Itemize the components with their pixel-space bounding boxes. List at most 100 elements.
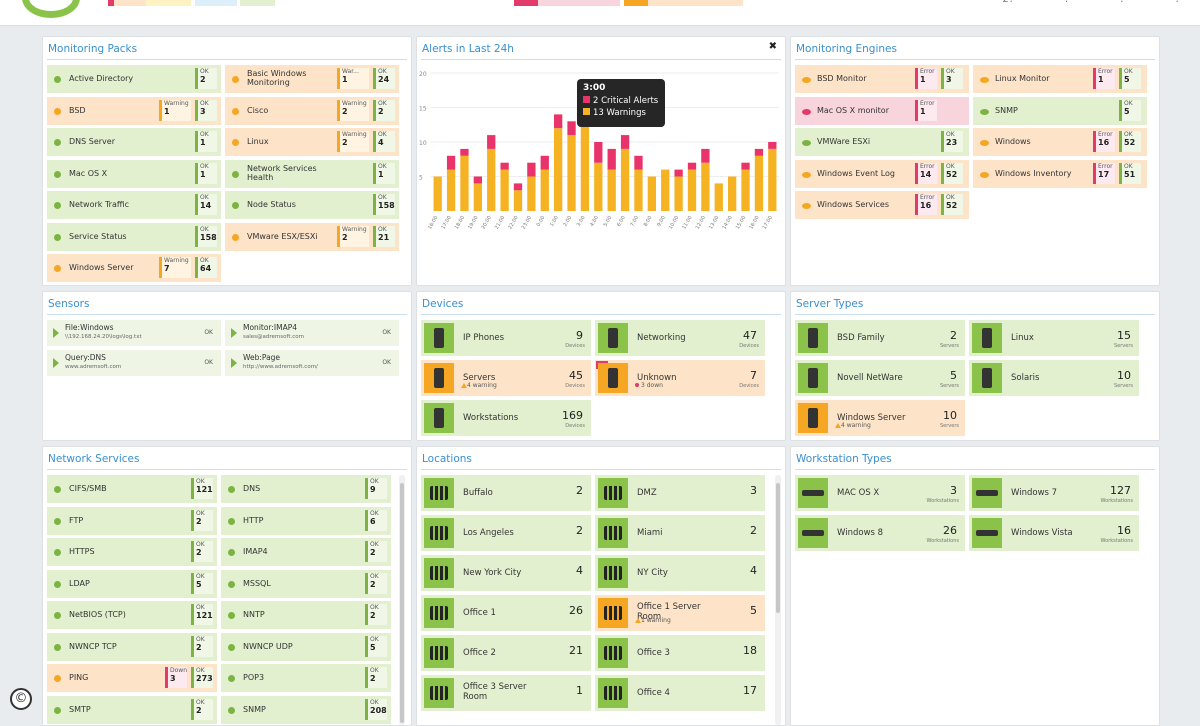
- location-glyph: [604, 486, 622, 500]
- workstation-type-tile[interactable]: Windows 7 127 Workstations: [969, 475, 1139, 511]
- pack-tile[interactable]: VMware ESX/ESXi Warning 2 OK 21: [225, 222, 399, 251]
- pack-tile[interactable]: DNS Server OK 1: [47, 128, 221, 156]
- warning-label: Warning: [164, 257, 189, 264]
- sensor-tile[interactable]: Monitor:IMAP4 sales@adremsoft.com OK: [225, 320, 399, 346]
- engine-tile[interactable]: SNMP OK 5: [973, 96, 1147, 125]
- close-icon[interactable]: ✖: [769, 41, 777, 52]
- location-tile[interactable]: New York City 4: [421, 555, 591, 591]
- service-tile[interactable]: CIFS/SMB OK 121: [47, 475, 217, 503]
- ok-label: OK: [200, 162, 209, 170]
- service-tile[interactable]: NetBIOS (TCP) OK 121: [47, 601, 217, 629]
- service-name: FTP: [69, 515, 84, 525]
- pack-tile[interactable]: Mac OS X OK 1: [47, 159, 221, 188]
- service-tile[interactable]: SNMP OK 208: [221, 695, 391, 724]
- server-glyph: [982, 328, 992, 348]
- service-tile[interactable]: FTP OK 2: [47, 506, 217, 535]
- service-tile[interactable]: POP3 OK 2: [221, 664, 391, 692]
- location-tile[interactable]: Miami 2: [595, 515, 765, 551]
- status-icon: [232, 139, 239, 146]
- pack-tile[interactable]: Network Traffic OK 14: [47, 191, 221, 219]
- workstation-type-tile[interactable]: MAC OS X 3 Workstations: [795, 475, 965, 511]
- sensor-tile[interactable]: File:Windows \\192.168.24.20\logs\log.txt…: [47, 320, 221, 346]
- engine-tile[interactable]: Linux Monitor Error 1 OK 5: [973, 65, 1147, 93]
- y-tick-label: 20: [419, 71, 427, 78]
- service-tile[interactable]: IMAP4 OK 2: [221, 538, 391, 566]
- engine-tile[interactable]: VMWare ESXi OK 23: [795, 128, 969, 156]
- pack-tile[interactable]: Windows Server Warning 7 OK 64: [47, 254, 221, 282]
- engine-name: Windows: [995, 137, 1031, 146]
- pack-tile[interactable]: Node Status OK 158: [225, 191, 399, 219]
- bar-critical-alerts: [500, 162, 509, 170]
- device-tile[interactable]: Workstations 169 Devices: [421, 400, 591, 436]
- error-label: Error: [1098, 131, 1113, 138]
- pack-tile[interactable]: Service Status OK 158: [47, 222, 221, 251]
- eye-icon: [802, 108, 811, 115]
- location-tile[interactable]: Office 4 17: [595, 675, 765, 711]
- workstation-type-tile[interactable]: Windows Vista 16 Workstations: [969, 515, 1139, 551]
- location-tile[interactable]: Buffalo 2: [421, 475, 591, 511]
- engine-tile[interactable]: BSD Monitor Error 1 OK 3: [795, 65, 969, 93]
- service-tile[interactable]: NWNCP TCP OK 2: [47, 632, 217, 661]
- pack-name: Network Services Health: [247, 163, 317, 182]
- engine-tile[interactable]: Mac OS X monitor Error 1: [795, 96, 969, 125]
- scrollbar[interactable]: [399, 475, 405, 725]
- x-tick-label: 19:00: [467, 215, 479, 230]
- device-tile[interactable]: Networking 47 Devices: [595, 320, 765, 356]
- service-tile[interactable]: HTTPS OK 2: [47, 538, 217, 566]
- x-tick-label: 4:00: [589, 215, 600, 228]
- device-tile[interactable]: Servers 45 Devices 4 warning: [421, 360, 591, 396]
- service-tile[interactable]: PING Down 3 OK 273: [47, 664, 217, 692]
- workstation-icon: [798, 478, 828, 508]
- service-tile[interactable]: LDAP OK 5: [47, 569, 217, 598]
- service-tile[interactable]: HTTP OK 6: [221, 506, 391, 535]
- sensor-tile[interactable]: Query:DNS www.adremsoft.com OK: [47, 350, 221, 376]
- location-tile[interactable]: Office 3 Server Room 1: [421, 675, 591, 711]
- pack-tile[interactable]: Network Services Health OK 1: [225, 159, 399, 188]
- service-tile[interactable]: SMTP OK 2: [47, 695, 217, 724]
- server-type-tile[interactable]: Windows Server 10 Servers 4 warning: [795, 400, 965, 436]
- pack-tile[interactable]: Linux Warning 2 OK 4: [225, 128, 399, 156]
- device-unit: Devices: [739, 383, 759, 389]
- location-icon: [598, 638, 628, 668]
- pack-tile[interactable]: Basic Windows Monitoring War... 1 OK 24: [225, 65, 399, 93]
- sensor-tile[interactable]: Web:Page http://www.adremsoft.com/OK: [225, 350, 399, 376]
- server-type-tile[interactable]: Novell NetWare 5 Servers: [795, 360, 965, 396]
- pack-tile[interactable]: Cisco Warning 2 OK 2: [225, 96, 399, 125]
- engine-tile[interactable]: Windows Error 16 OK 52: [973, 128, 1147, 156]
- status-chip: [114, 0, 146, 6]
- location-tile[interactable]: NY City 4: [595, 555, 765, 591]
- ok-count: 51: [1124, 169, 1136, 179]
- bar-warnings: [540, 169, 549, 211]
- device-tile[interactable]: Unknown 7 Devices 3 down: [595, 360, 765, 396]
- device-tile[interactable]: IP Phones 9 Devices: [421, 320, 591, 356]
- service-tile[interactable]: DNS OK 9: [221, 475, 391, 503]
- server-type-tile[interactable]: BSD Family 2 Servers: [795, 320, 965, 356]
- workstation-type-tile[interactable]: Windows 8 26 Workstations: [795, 515, 965, 551]
- scrollbar[interactable]: [775, 475, 781, 725]
- location-tile[interactable]: Office 1 26: [421, 595, 591, 631]
- warning-count: 2: [342, 106, 348, 116]
- location-tile[interactable]: Los Angeles 2: [421, 515, 591, 551]
- location-tile[interactable]: DMZ 3: [595, 475, 765, 511]
- engine-tile[interactable]: Windows Inventory Error 17 OK 51: [973, 159, 1147, 188]
- location-tile[interactable]: Office 1 Server Room 5 1 warning: [595, 595, 765, 631]
- service-tile[interactable]: NNTP OK 2: [221, 601, 391, 629]
- location-tile[interactable]: Office 2 21: [421, 635, 591, 671]
- service-name: SMTP: [69, 704, 91, 714]
- service-name: SNMP: [243, 704, 266, 714]
- service-tile[interactable]: MSSQL OK 2: [221, 569, 391, 598]
- server-type-tile[interactable]: Solaris 10 Servers: [969, 360, 1139, 396]
- error-badge: Error 14: [915, 162, 937, 184]
- ok-badge: OK 2: [373, 99, 395, 121]
- error-badge: Error 16: [915, 194, 937, 215]
- engine-tile[interactable]: Windows Services Error 16 OK 52: [795, 191, 969, 219]
- workstation-glyph: [976, 490, 998, 496]
- error-label: Error: [920, 162, 935, 170]
- location-tile[interactable]: Office 3 18: [595, 635, 765, 671]
- service-tile[interactable]: NWNCP UDP OK 5: [221, 632, 391, 661]
- pack-tile[interactable]: BSD Warning 1 OK 3: [47, 96, 221, 125]
- engine-tile[interactable]: Windows Event Log Error 14 OK 52: [795, 159, 969, 188]
- copyright-icon: ©: [10, 688, 32, 710]
- pack-tile[interactable]: Active Directory OK 2: [47, 65, 221, 93]
- server-type-tile[interactable]: Linux 15 Servers: [969, 320, 1139, 356]
